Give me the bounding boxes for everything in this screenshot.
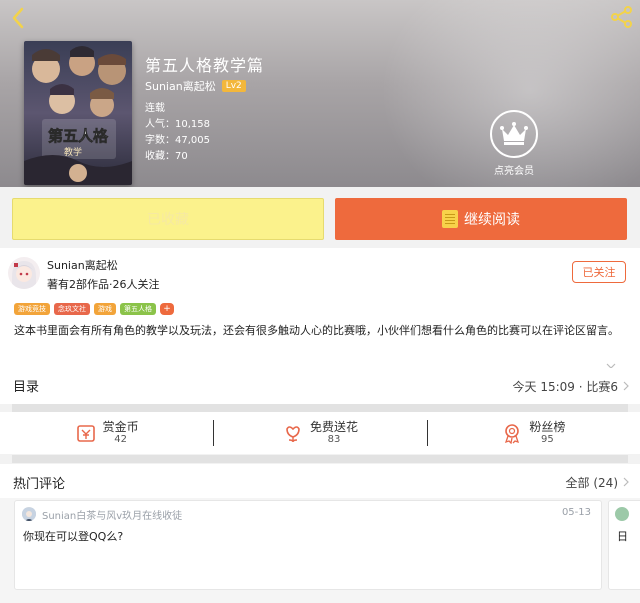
- book-status: 连载: [145, 103, 165, 114]
- book-title: 第五人格教学篇: [145, 56, 265, 75]
- book-author[interactable]: Sunian离起松: [145, 78, 216, 94]
- tag-item[interactable]: 游戏竞技: [14, 303, 50, 315]
- stat-value: 95: [540, 433, 554, 445]
- divider: [12, 404, 628, 412]
- collected-label: 已收藏: [147, 212, 189, 228]
- back-icon[interactable]: [8, 6, 30, 30]
- hot-comments-header: 热门评论 全部 (24): [0, 464, 640, 498]
- comment-date: 05-13: [561, 507, 591, 518]
- book-description: 这本书里面会有所有角色的教学以及玩法，还会有很多触动人心的比赛哦，小伙伴们想看什…: [14, 324, 619, 337]
- author-name[interactable]: Sunian离起松: [47, 257, 118, 273]
- all-comments-link[interactable]: 全部 (24): [566, 474, 618, 491]
- chevron-down-icon[interactable]: [606, 354, 616, 369]
- reward-coins-button[interactable]: 赏金币 42: [0, 412, 213, 454]
- chevron-right-icon: [623, 381, 629, 391]
- book-popularity: 人气：10,158: [145, 119, 210, 130]
- money-icon: [76, 425, 95, 442]
- author-section: Sunian离起松 著有2部作品·26人关注 已关注 游戏竞技 念玖文社 游戏 …: [0, 248, 640, 369]
- medal-icon: [505, 424, 520, 444]
- cover-title: 第五人格: [48, 127, 109, 145]
- send-flower-button[interactable]: 免费送花 83: [213, 412, 426, 454]
- stat-value: 83: [327, 433, 341, 445]
- tag-item[interactable]: 第五人格: [120, 303, 156, 315]
- book-favorites: 收藏：70: [145, 151, 188, 162]
- add-tag-button[interactable]: +: [160, 303, 174, 315]
- stat-label: 赏金币: [102, 419, 139, 434]
- latest-chapter: 今天 15:09 · 比赛6: [512, 380, 618, 394]
- book-icon: [442, 210, 458, 228]
- chevron-right-icon: [623, 477, 629, 487]
- flower-icon: [286, 426, 300, 443]
- comment-text: 你现在可以登QQ么?: [23, 530, 124, 543]
- comment-username[interactable]: Sunian白茶与风v玖月在线收徒: [42, 507, 182, 522]
- stat-label: 免费送花: [309, 419, 358, 434]
- fan-ranking-button[interactable]: 粉丝榜 95: [426, 412, 640, 454]
- share-icon[interactable]: [610, 6, 634, 28]
- table-of-contents-row[interactable]: 目录 今天 15:09 · 比赛6: [0, 368, 640, 404]
- reward-stats-row: 赏金币 42 免费送花 83 粉丝榜 95: [0, 412, 640, 454]
- stat-label: 粉丝榜: [529, 419, 566, 434]
- avatar[interactable]: [615, 507, 629, 521]
- avatar[interactable]: [22, 507, 36, 521]
- comments-title: 热门评论: [13, 477, 66, 492]
- tag-list: 游戏竞技 念玖文社 游戏 第五人格 +: [14, 303, 174, 315]
- comments-carousel[interactable]: Sunian白茶与风v玖月在线收徒 05-13 你现在可以登QQ么? 日: [0, 498, 640, 603]
- crown-icon: [490, 110, 538, 158]
- comment-card[interactable]: 日: [608, 500, 640, 590]
- tag-item[interactable]: 游戏: [94, 303, 116, 315]
- avatar[interactable]: [8, 257, 40, 289]
- follow-button[interactable]: 已关注: [572, 261, 626, 283]
- toc-title: 目录: [13, 380, 40, 395]
- collected-button[interactable]: 已收藏: [12, 198, 324, 240]
- vip-label: 点亮会员: [494, 166, 534, 177]
- book-header: 第五人格 教学 第五人格教学篇 Sunian离起松 Lv2 连载 人气：10,1…: [0, 0, 640, 187]
- author-works: 著有2部作品·26人关注: [47, 278, 160, 291]
- stat-value: 42: [114, 433, 128, 445]
- vip-button[interactable]: 点亮会员: [484, 110, 544, 177]
- continue-reading-button[interactable]: 继续阅读: [335, 198, 627, 240]
- book-author-line: Sunian离起松 Lv2: [145, 78, 246, 94]
- svg-text:教学: 教学: [64, 146, 82, 158]
- divider: [12, 455, 628, 463]
- comment-card[interactable]: Sunian白茶与风v玖月在线收徒 05-13 你现在可以登QQ么?: [14, 500, 602, 590]
- book-cover[interactable]: 第五人格 教学: [24, 41, 132, 185]
- book-word-count: 字数：47,005: [145, 135, 210, 146]
- continue-reading-label: 继续阅读: [464, 212, 520, 228]
- level-badge: Lv2: [221, 80, 246, 92]
- tag-item[interactable]: 念玖文社: [54, 303, 90, 315]
- comment-text: 日: [617, 530, 628, 543]
